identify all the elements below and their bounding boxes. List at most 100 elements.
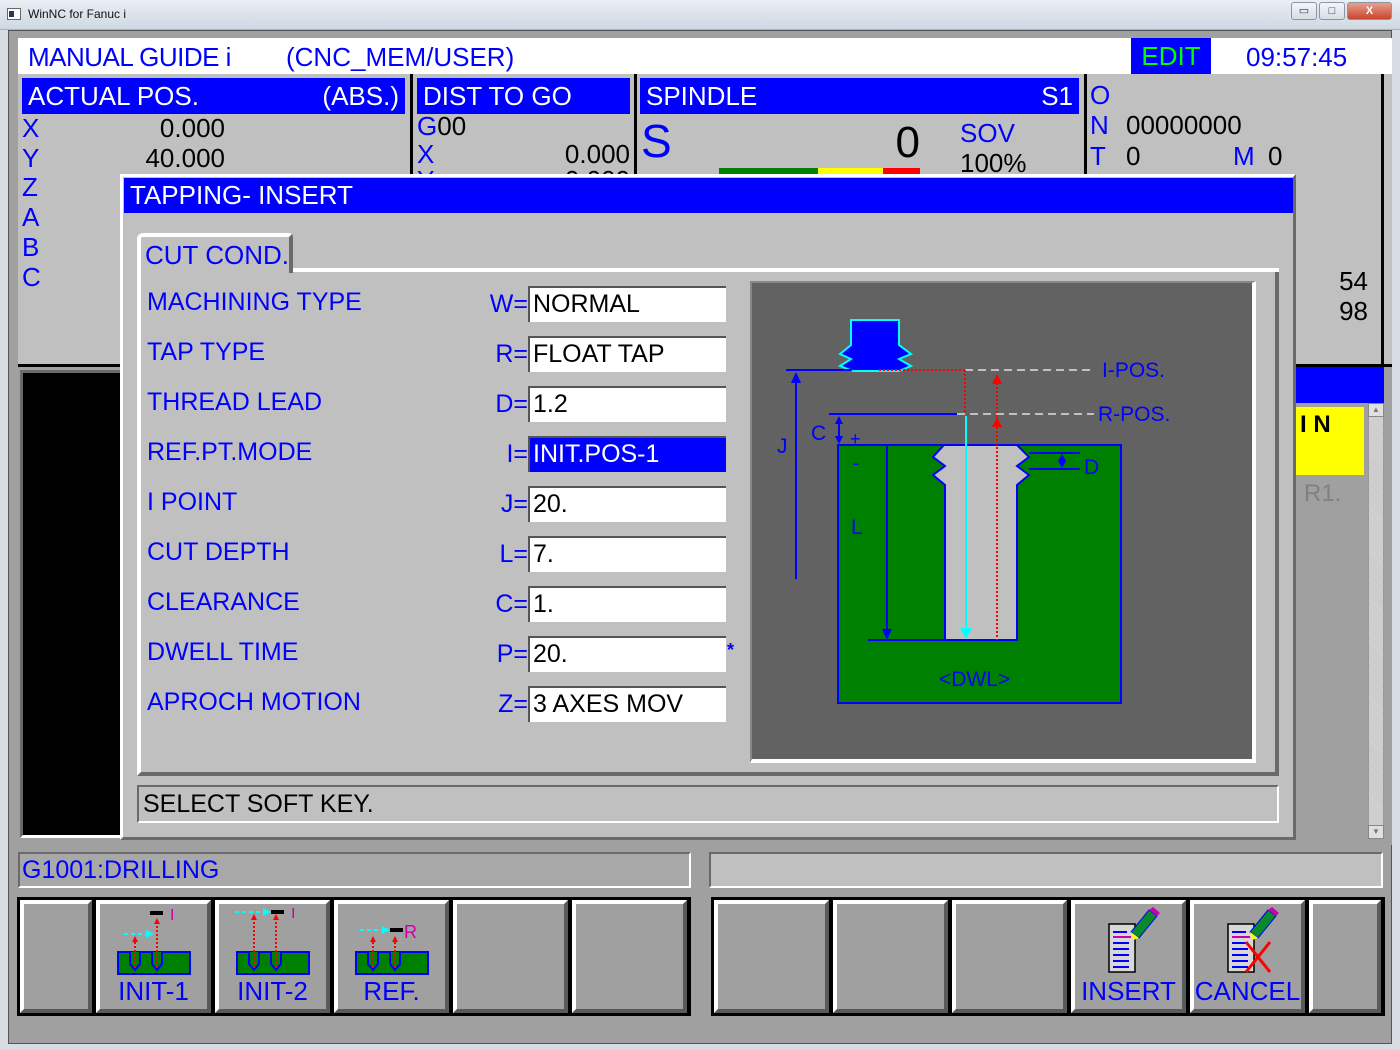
field-label-aproch-motion: APROCH MOTION — [147, 688, 361, 716]
softkey-blank-right-1[interactable] — [714, 900, 829, 1013]
tap-tool — [837, 319, 914, 372]
field-key-machining-type: W= — [489, 290, 528, 318]
init1-icon: I — [116, 908, 191, 975]
content-border — [293, 268, 1279, 272]
r-pos-label: R-POS. — [1098, 403, 1170, 426]
highlighted-block: I N — [1296, 407, 1364, 475]
softkey-init-2[interactable]: I INIT-2 — [215, 900, 330, 1013]
c-label: C — [811, 422, 826, 445]
field-input-aproch-motion[interactable]: 3 AXES MOV — [528, 686, 726, 722]
softkey-row-left: I INIT-1 I INIT-2 R REF. — [17, 897, 691, 1016]
close-button[interactable]: X — [1347, 2, 1392, 20]
panel-right-border — [1381, 74, 1384, 368]
field-label-dwell-time: DWELL TIME — [147, 638, 299, 666]
field-key-ref-pt-mode: I= — [506, 440, 528, 468]
cycle-name-bar: G1001:DRILLING — [18, 852, 691, 888]
d-label: D — [1084, 456, 1099, 479]
field-key-dwell-time: P= — [496, 640, 528, 668]
insert-document-icon — [1107, 907, 1160, 973]
field-label-ref-pt-mode: REF.PT.MODE — [147, 438, 313, 466]
field-label-tap-type: TAP TYPE — [147, 338, 266, 366]
softkey-init-1[interactable]: I INIT-1 — [96, 900, 211, 1013]
field-input-cut-depth[interactable]: 7. — [528, 536, 726, 572]
spindle-header: SPINDLE S1 — [640, 78, 1079, 114]
softkey-blank-left-1[interactable] — [20, 900, 92, 1013]
softkey-blank-right-2[interactable] — [833, 900, 948, 1013]
minimize-button[interactable]: ▭ — [1291, 2, 1317, 20]
dialog-title: TAPPING- INSERT — [124, 178, 1293, 213]
softkey-label: INIT-2 — [237, 976, 308, 1006]
field-input-thread-lead[interactable]: 1.2 — [528, 386, 726, 422]
axis-label-x: X — [22, 113, 40, 143]
field-key-clearance: C= — [495, 590, 528, 618]
field-input-ref-pt-mode[interactable]: INIT.POS-1 — [528, 436, 726, 472]
highlighted-block-text: I N — [1300, 411, 1331, 438]
scroll-down-button[interactable]: ▼ — [1368, 825, 1384, 839]
app-name: MANUAL GUIDE i — [28, 42, 231, 72]
sov-value: 100% — [960, 148, 1027, 174]
field-input-dwell-time[interactable]: 20. — [528, 636, 726, 672]
field-key-aproch-motion: Z= — [498, 690, 528, 718]
t-value: 0 — [1126, 141, 1141, 171]
message-line: SELECT SOFT KEY. — [137, 785, 1279, 823]
o-label: O — [1090, 80, 1111, 110]
minus-label: - — [853, 453, 859, 473]
clock: 09:57:45 — [1246, 42, 1348, 72]
axis-label-a: A — [22, 202, 40, 232]
softkey-blank-right-6[interactable] — [1309, 900, 1381, 1013]
program-scrollbar[interactable] — [1368, 403, 1384, 839]
softkey-label: INIT-1 — [118, 976, 189, 1006]
spindle-s-label: S — [641, 115, 672, 167]
init2-icon: I — [234, 908, 310, 975]
field-key-tap-type: R= — [495, 340, 528, 368]
j-label: J — [777, 435, 788, 458]
partial-value-2: 98 — [1339, 296, 1368, 326]
g-code: G00 — [417, 111, 466, 142]
g-label: G — [417, 111, 438, 141]
ref-icon: R — [354, 922, 429, 975]
spindle-id: S1 — [1041, 81, 1073, 111]
axis-value-y: 40.000 — [145, 143, 225, 173]
field-label-thread-lead: THREAD LEAD — [147, 388, 323, 416]
axis-label-c: C — [22, 262, 41, 292]
window-title: WinNC for Fanuc i — [28, 7, 127, 21]
right-strip-header — [1296, 367, 1384, 403]
axis-label-y: Y — [22, 143, 40, 173]
field-input-tap-type[interactable]: FLOAT TAP — [528, 336, 726, 372]
softkey-label: INSERT — [1081, 976, 1176, 1006]
n-value: 00000000 — [1126, 110, 1242, 140]
svg-text:I: I — [170, 908, 174, 924]
mode-indicator: EDIT — [1131, 38, 1211, 74]
spindle-title: SPINDLE — [646, 81, 758, 111]
dist-to-go-header: DIST TO GO — [417, 78, 630, 114]
maximize-button[interactable]: □ — [1319, 2, 1345, 20]
modified-marker: * — [727, 640, 735, 660]
axis-label-b: B — [22, 232, 40, 262]
field-input-i-point[interactable]: 20. — [528, 486, 726, 522]
field-input-clearance[interactable]: 1. — [528, 586, 726, 622]
partial-value-1: 54 — [1339, 266, 1368, 296]
softkey-blank-right-3[interactable] — [952, 900, 1067, 1013]
m-label: M — [1233, 141, 1255, 171]
softkey-blank-left-6[interactable] — [572, 900, 687, 1013]
softkey-ref[interactable]: R REF. — [334, 900, 449, 1013]
tab-cut-cond-label[interactable]: CUT COND. — [145, 240, 289, 271]
field-key-thread-lead: D= — [495, 390, 528, 418]
axis-label-z: Z — [22, 172, 38, 202]
app-icon — [7, 8, 21, 20]
actual-pos-title: ACTUAL POS. — [28, 81, 199, 111]
field-input-machining-type[interactable]: NORMAL — [528, 286, 726, 322]
window-titlebar: WinNC for Fanuc i ▭ □ X — [0, 0, 1400, 30]
softkey-blank-left-5[interactable] — [453, 900, 568, 1013]
softkey-row-right: INSERT CANCEL — [711, 897, 1385, 1016]
scroll-up-button[interactable]: ▲ — [1368, 403, 1384, 417]
field-label-machining-type: MACHINING TYPE — [147, 288, 362, 316]
coord-mode: (ABS.) — [322, 81, 399, 111]
graphics-view — [20, 370, 120, 838]
softkey-insert[interactable]: INSERT — [1071, 900, 1186, 1013]
softkey-label: REF. — [363, 976, 420, 1006]
field-label-cut-depth: CUT DEPTH — [147, 538, 290, 566]
softkey-cancel[interactable]: CANCEL — [1190, 900, 1305, 1013]
tapped-hole — [931, 444, 1031, 641]
field-label-clearance: CLEARANCE — [147, 588, 300, 616]
